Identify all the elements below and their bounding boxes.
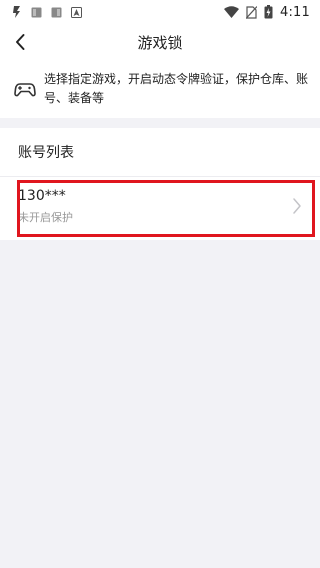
status-bar-left xyxy=(12,5,82,19)
account-protection-status: 未开启保护 xyxy=(18,211,73,224)
wifi-icon xyxy=(224,6,239,18)
status-time: 4:11 xyxy=(280,4,310,20)
account-list-section: 账号列表 130*** 未开启保护 xyxy=(0,128,320,240)
gamepad-icon xyxy=(14,83,36,97)
back-button[interactable] xyxy=(6,28,34,56)
page-title: 游戏锁 xyxy=(137,33,183,52)
status-bar: 4:11 xyxy=(0,0,320,24)
section-divider xyxy=(0,176,320,177)
chevron-right-icon xyxy=(293,198,301,214)
notification-icon-2 xyxy=(31,7,42,18)
banner-text-line-1: 选择指定游戏，开启动态令牌验证，保护仓库、账 xyxy=(44,72,309,86)
nav-bar: 游戏锁 xyxy=(0,24,320,60)
navigation-arrow-icon xyxy=(71,6,82,18)
app-notification-icon xyxy=(12,5,22,19)
battery-charging-icon xyxy=(264,5,273,19)
banner-text: 选择指定游戏，开启动态令牌验证，保护仓库、账 号、装备等 xyxy=(44,70,308,108)
status-bar-right: 4:11 xyxy=(224,5,310,20)
banner-text-line-2: 号、装备等 xyxy=(44,91,105,105)
no-sim-icon xyxy=(246,5,257,19)
account-row[interactable]: 130*** 未开启保护 xyxy=(0,180,320,236)
notification-icon-3 xyxy=(51,7,62,18)
account-number: 130*** xyxy=(18,188,66,204)
info-banner: 选择指定游戏，开启动态令牌验证，保护仓库、账 号、装备等 xyxy=(0,60,320,118)
section-title: 账号列表 xyxy=(18,145,74,161)
chevron-left-icon xyxy=(16,34,25,50)
